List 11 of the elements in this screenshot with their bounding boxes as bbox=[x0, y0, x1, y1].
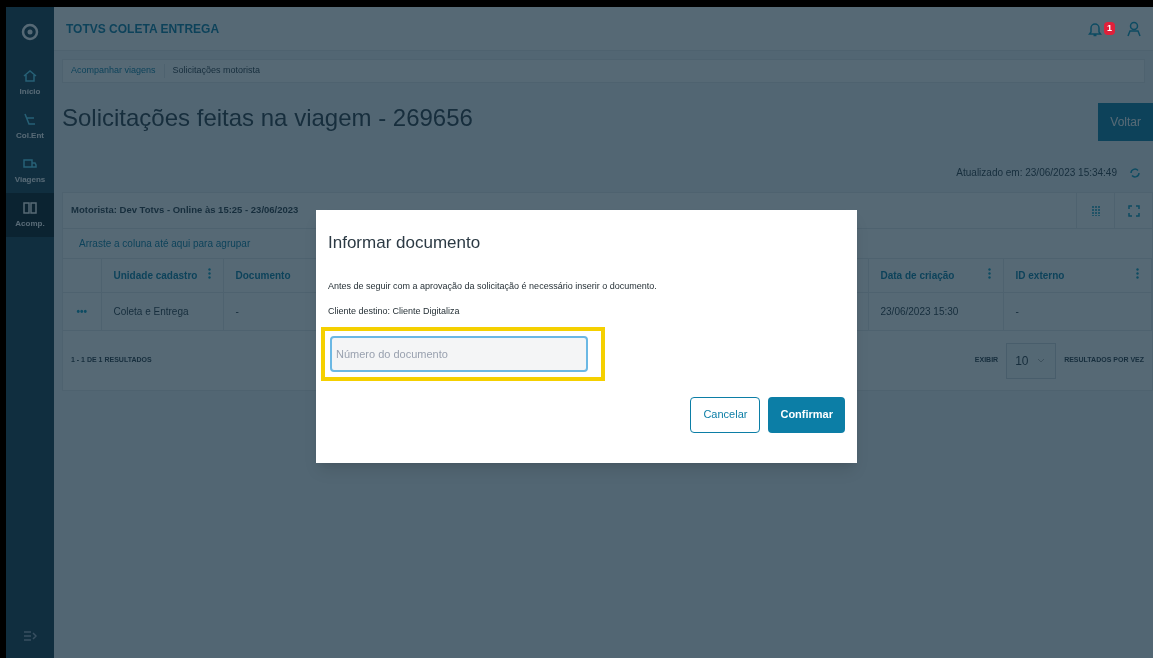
dialog-message: Antes de seguir com a aprovação da solicitação é necessário inserir o documento. bbox=[328, 279, 658, 293]
updated-timestamp: Atualizado em: 23/06/2023 15:34:49 bbox=[956, 166, 1117, 180]
destination-client: Cliente destino: Cliente Digitaliza bbox=[328, 305, 461, 318]
confirm-button[interactable]: Confirmar bbox=[768, 396, 845, 433]
cancel-button[interactable]: Cancelar bbox=[690, 396, 761, 433]
group-hint: Arraste a coluna até aqui para agrupar bbox=[79, 237, 251, 251]
document-number-field[interactable]: Número do documento bbox=[330, 335, 588, 372]
driver-status: Motorista: Dev Totvs - Online às 15:25 - 23/06/2023 bbox=[70, 203, 300, 218]
dialog-title: Informar documento bbox=[328, 232, 482, 254]
app-title: TOTVS COLETA ENTREGA bbox=[66, 20, 221, 38]
page-title: Solicitações feitas na viagem - 269656 bbox=[62, 103, 474, 133]
